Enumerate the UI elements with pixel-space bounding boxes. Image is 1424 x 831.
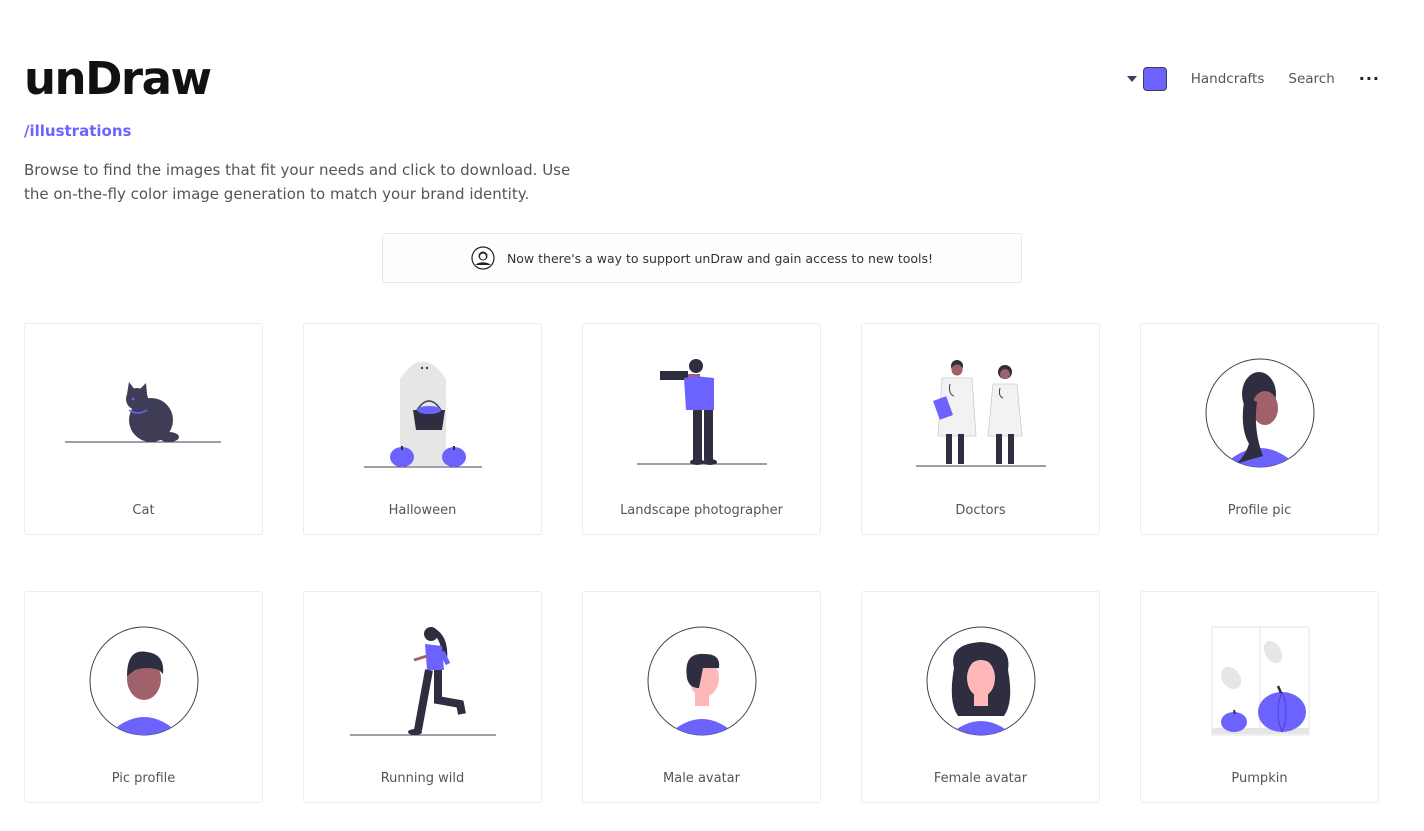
illustration-card-male-avatar[interactable]: Male avatar xyxy=(582,591,821,803)
logo[interactable]: unDraw xyxy=(24,52,212,106)
card-title: Pumpkin xyxy=(1231,771,1288,786)
card-title: Pic profile xyxy=(111,771,176,786)
card-title: Female avatar xyxy=(933,771,1028,786)
color-picker-swatch[interactable] xyxy=(1142,67,1167,91)
nav-search[interactable]: Search xyxy=(1288,71,1334,87)
color-dropdown-caret-icon[interactable] xyxy=(1126,76,1137,82)
illustration-card-pumpkin[interactable]: Pumpkin xyxy=(1140,591,1379,803)
illustration-card-running-wild[interactable]: Running wild xyxy=(303,591,542,803)
support-banner[interactable]: Now there's a way to support unDraw and … xyxy=(382,233,1022,283)
card-title: Doctors xyxy=(955,503,1006,518)
top-nav: Handcrafts Search ··· xyxy=(1126,66,1380,92)
card-title: Halloween xyxy=(388,503,457,518)
banner-text: Now there's a way to support unDraw and … xyxy=(506,250,934,266)
illustrations-link[interactable]: /illustrations xyxy=(24,122,131,140)
card-title: Landscape photographer xyxy=(620,503,783,518)
illustration-card-doctors[interactable]: Doctors xyxy=(861,323,1100,535)
more-menu-icon[interactable]: ··· xyxy=(1359,71,1380,87)
illustration-card-halloween[interactable]: Halloween xyxy=(303,323,542,535)
illustration-card-cat[interactable]: Cat xyxy=(24,323,263,535)
nav-handcrafts[interactable]: Handcrafts xyxy=(1191,71,1265,87)
illustration-card-pic-profile[interactable]: Pic profile xyxy=(24,591,263,803)
card-title: Running wild xyxy=(380,771,465,786)
card-title: Cat xyxy=(132,503,155,518)
card-title: Male avatar xyxy=(663,771,740,786)
illustration-card-landscape-photographer[interactable]: Landscape photographer xyxy=(582,323,821,535)
illustration-card-female-avatar[interactable]: Female avatar xyxy=(861,591,1100,803)
illustration-card-profile-pic[interactable]: Profile pic xyxy=(1140,323,1379,535)
avatar-icon xyxy=(471,246,495,270)
card-title: Profile pic xyxy=(1227,503,1292,518)
page-description: Browse to find the images that fit your … xyxy=(24,161,571,203)
